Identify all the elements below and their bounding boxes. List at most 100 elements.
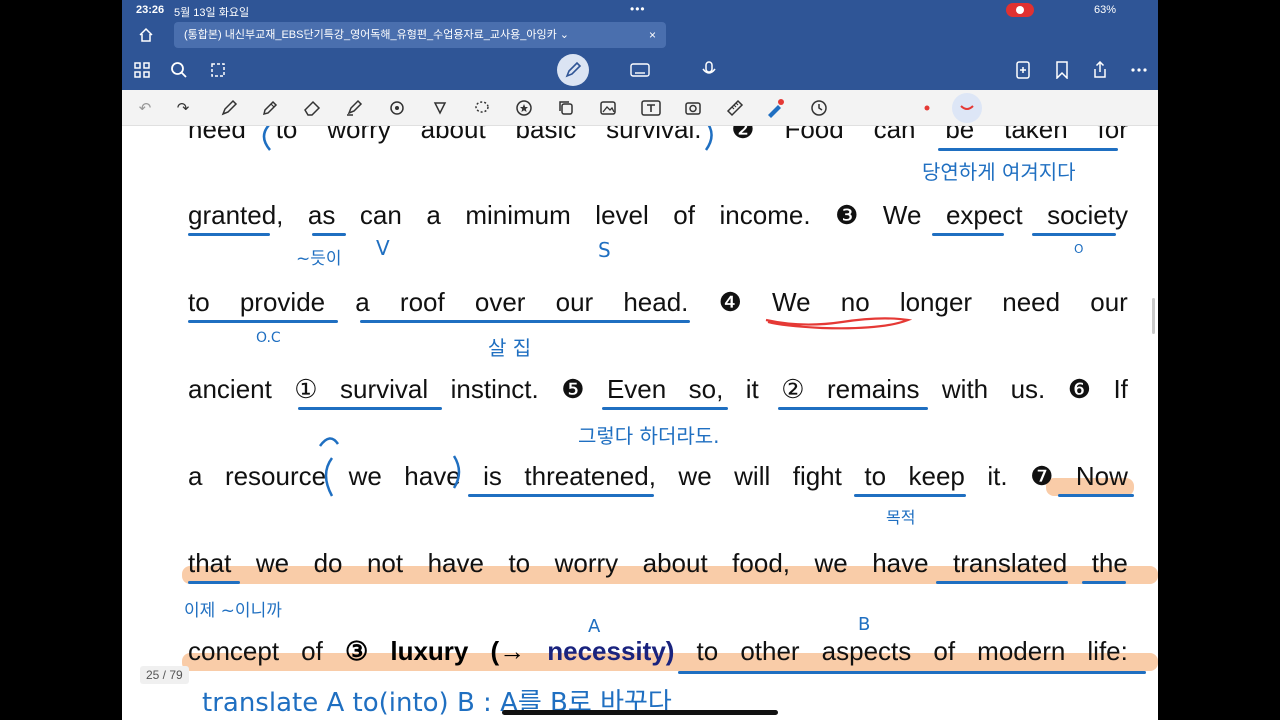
passage-word: with (941, 374, 989, 404)
camera-icon[interactable] (682, 97, 704, 119)
underline-to-keep (854, 494, 966, 497)
passage-word: to (864, 461, 887, 491)
passage-word: ❼ (1030, 461, 1054, 491)
thumbnails-icon[interactable] (130, 58, 154, 82)
passage-word: that (188, 548, 232, 578)
screen-record-icon (1006, 3, 1034, 17)
underline-society (1032, 233, 1116, 236)
underline-to-other-aspects (678, 671, 1146, 674)
passage-line-3: to provide a roof over our head. ❹ We no longer nee… (188, 287, 1128, 318)
sticker-icon[interactable] (513, 97, 535, 119)
passage-word: need (1002, 287, 1061, 317)
underline-even-so (602, 407, 728, 410)
passage-word: we (348, 461, 382, 491)
passage-word: of (933, 636, 956, 666)
underline-survival (298, 407, 442, 410)
pen-mode-icon[interactable] (561, 58, 585, 82)
more-icon[interactable] (1127, 58, 1151, 82)
bookmark-icon[interactable] (1050, 58, 1074, 82)
home-icon[interactable] (138, 27, 154, 43)
passage-word: to (696, 636, 719, 666)
passage-word: expect (945, 200, 1023, 230)
timer-icon[interactable] (808, 97, 830, 119)
passage-word: keep (908, 461, 965, 491)
passage-word: do (313, 548, 343, 578)
microphone-icon[interactable] (697, 58, 721, 82)
note-object-mark: O (1074, 242, 1084, 256)
scrollbar-thumb[interactable] (1152, 298, 1155, 334)
note-a-mark: A (588, 616, 601, 637)
passage-line-1: need to worry about basic survival. ❷ Food can be… (188, 126, 1128, 145)
passage-word: ❻ (1067, 374, 1092, 404)
passage-word: food, (732, 548, 790, 578)
elements-icon[interactable] (471, 97, 493, 119)
bracket-stroke-we-have (318, 437, 340, 497)
passage-word: it. (987, 461, 1008, 491)
image-icon[interactable] (597, 97, 619, 119)
note-verb-mark: V (376, 236, 390, 260)
drawing-toolbar: ↶ ↷ (122, 90, 1158, 126)
underline-translated (936, 581, 1068, 584)
passage-word: a (188, 461, 203, 491)
pencil-icon[interactable] (259, 97, 281, 119)
passage-word: granted, (188, 200, 284, 230)
underline-a-roof (360, 320, 690, 323)
paren-stroke-1 (262, 126, 271, 151)
text-icon[interactable] (640, 97, 662, 119)
note-even-so-meaning: 그렇다 하더라도. (578, 424, 720, 448)
passage-word: Even (606, 374, 667, 404)
redo-icon[interactable]: ↷ (172, 97, 194, 119)
status-date: 5월 13일 화요일 (174, 7, 250, 19)
passage-line-2: granted, as can a minimum level of income. ❸ We ex… (188, 200, 1128, 231)
home-indicator[interactable] (502, 710, 778, 715)
passage-word: us. (1010, 374, 1046, 404)
keyboard-icon[interactable] (628, 58, 652, 82)
underline-as (312, 233, 346, 236)
passage-word: necessity) (547, 636, 675, 666)
share-icon[interactable] (1088, 58, 1112, 82)
lasso-select-icon[interactable] (429, 97, 451, 119)
underline-to-provide (188, 320, 338, 323)
search-icon[interactable] (167, 58, 191, 82)
main-toolbar (122, 50, 1158, 90)
document-tab[interactable]: (통합본) 내신부교재_EBS단기특강_영어독해_유형편_수업용자료_교사용_아… (174, 22, 666, 48)
copy-icon[interactable] (555, 97, 577, 119)
add-page-icon[interactable] (1011, 58, 1035, 82)
passage-word: ancient (188, 374, 272, 404)
passage-word: will (734, 461, 771, 491)
passage-word: head. (623, 287, 689, 317)
passage-word: need (188, 126, 246, 144)
multitask-dots[interactable]: ••• (630, 2, 646, 16)
undo-icon[interactable]: ↶ (134, 97, 156, 119)
red-pen-color-icon[interactable] (916, 97, 938, 119)
passage-word: to (275, 126, 298, 144)
laser-icon[interactable] (764, 97, 786, 119)
passage-word: Now (1075, 461, 1128, 491)
shape-icon[interactable] (386, 97, 408, 119)
passage-word: about (642, 548, 708, 578)
eraser-icon[interactable] (301, 97, 323, 119)
red-stroke-preset-icon[interactable] (956, 97, 978, 119)
highlighter-icon[interactable] (343, 97, 365, 119)
passage-word: (→ (490, 636, 526, 666)
passage-word: the (1091, 548, 1128, 578)
note-purpose-meaning: 목적 (886, 508, 916, 527)
passage-word: life: (1087, 636, 1128, 666)
document-page[interactable]: need to worry about basic survival. ❷ Food can be… (122, 126, 1158, 720)
close-tab-icon[interactable]: × (649, 22, 656, 48)
note-b-mark: B (858, 614, 871, 635)
passage-word: our (1090, 287, 1128, 317)
ruler-icon[interactable] (724, 97, 746, 119)
passage-word: a (355, 287, 370, 317)
red-underline-mark (765, 317, 912, 330)
status-bar: 23:26 5월 13일 화요일 ••• 63% VITA (122, 0, 1158, 44)
tab-bar: (통합본) 내신부교재_EBS단기특강_영어독해_유형편_수업용자료_교사용_아… (122, 20, 1158, 50)
passage-word: worry (327, 126, 391, 144)
passage-word: society (1047, 200, 1128, 230)
lasso-icon[interactable] (206, 58, 230, 82)
pen-icon[interactable] (218, 97, 240, 119)
passage-word: level (595, 200, 649, 230)
passage-word: ❸ (835, 200, 859, 230)
page-counter: 25 / 79 (140, 666, 189, 684)
passage-line-4: ancient ① survival instinct. ❺ Even so, it ② rema… (188, 374, 1128, 405)
